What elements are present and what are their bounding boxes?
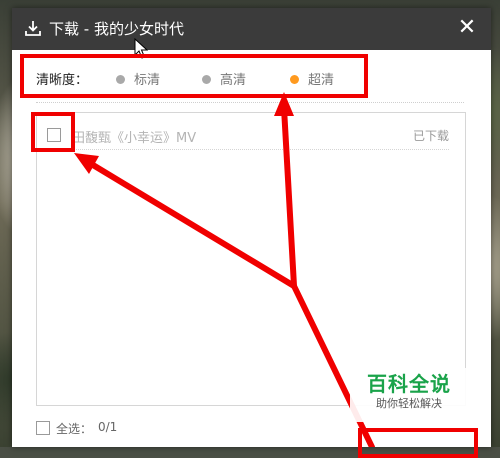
divider xyxy=(36,102,464,103)
title-bar: 下载 - 我的少女时代 ✕ xyxy=(12,8,491,50)
select-all-checkbox[interactable] xyxy=(36,421,50,435)
video-list: 田馥甄《小幸运》MV 已下载 xyxy=(36,112,466,406)
annotation-box-quality xyxy=(20,54,368,98)
watermark-logo: 百科全说 助你轻松解决 xyxy=(350,368,468,422)
watermark-title: 百科全说 xyxy=(367,372,451,396)
annotation-box-bottom xyxy=(358,428,478,458)
download-icon xyxy=(25,21,41,36)
close-icon[interactable]: ✕ xyxy=(457,17,477,39)
item-status: 已下载 xyxy=(412,129,449,143)
list-item: 田馥甄《小幸运》MV 已下载 xyxy=(47,127,449,150)
watermark-subtitle: 助你轻松解决 xyxy=(376,397,442,410)
item-title: 田馥甄《小幸运》MV xyxy=(72,131,197,146)
select-all-label: 全选： xyxy=(56,422,93,436)
annotation-box-checkbox xyxy=(31,112,75,152)
window-title: 下载 - 我的少女时代 xyxy=(49,20,184,38)
selected-count: 0/1 xyxy=(98,420,118,434)
